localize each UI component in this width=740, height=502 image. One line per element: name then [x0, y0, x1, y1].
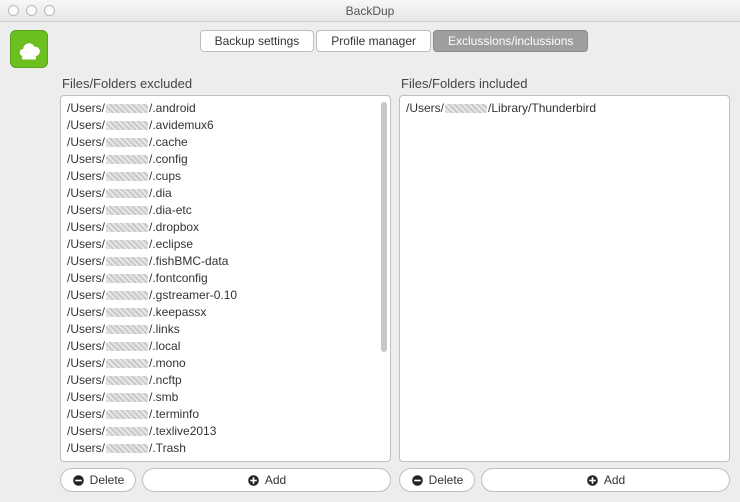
redacted-username [106, 155, 148, 164]
included-panel: Files/Folders included /Users//Library/T… [399, 74, 730, 492]
list-item[interactable]: /Users//.Trash [67, 440, 384, 457]
included-heading: Files/Folders included [401, 76, 730, 91]
list-item[interactable]: /Users//.cups [67, 168, 384, 185]
list-item[interactable]: /Users//.smb [67, 389, 384, 406]
excluded-add-button[interactable]: Add [142, 468, 391, 492]
redacted-username [106, 189, 148, 198]
list-item[interactable]: /Users//.fontconfig [67, 270, 384, 287]
included-add-button[interactable]: Add [481, 468, 730, 492]
plus-circle-icon [247, 474, 260, 487]
list-item[interactable]: /Users//.keepassx [67, 304, 384, 321]
list-item[interactable]: /Users//.gstreamer-0.10 [67, 287, 384, 304]
redacted-username [106, 240, 148, 249]
redacted-username [106, 342, 148, 351]
list-item[interactable]: /Users//.cache [67, 134, 384, 151]
list-item[interactable]: /Users//.fishBMC-data [67, 253, 384, 270]
redacted-username [106, 223, 148, 232]
delete-label: Delete [429, 473, 464, 487]
included-listbox[interactable]: /Users//Library/Thunderbird [399, 95, 730, 462]
list-item[interactable]: /Users//.config [67, 151, 384, 168]
cloud-server-icon [15, 35, 43, 63]
redacted-username [106, 121, 148, 130]
redacted-username [106, 172, 148, 181]
list-item[interactable]: /Users//.mono [67, 355, 384, 372]
list-item[interactable]: /Users//.eclipse [67, 236, 384, 253]
excluded-heading: Files/Folders excluded [62, 76, 391, 91]
list-item[interactable]: /Users//.terminfo [67, 406, 384, 423]
list-item[interactable]: /Users//.dia-etc [67, 202, 384, 219]
list-item[interactable]: /Users//Library/Thunderbird [406, 100, 723, 117]
list-item[interactable]: /Users//.dropbox [67, 219, 384, 236]
redacted-username [106, 206, 148, 215]
scrollbar[interactable] [381, 102, 387, 352]
content: Files/Folders excluded /Users//.android/… [0, 74, 740, 502]
redacted-username [106, 308, 148, 317]
redacted-username [106, 104, 148, 113]
redacted-username [106, 393, 148, 402]
redacted-username [106, 359, 148, 368]
redacted-username [106, 291, 148, 300]
window-title: BackDup [0, 4, 740, 18]
redacted-username [106, 444, 148, 453]
minus-circle-icon [72, 474, 85, 487]
list-item[interactable]: /Users//.avidemux6 [67, 117, 384, 134]
redacted-username [445, 104, 487, 113]
titlebar: BackDup [0, 0, 740, 22]
toolbar: Backup settingsProfile managerExclussion… [0, 22, 740, 74]
list-item[interactable]: /Users//.local [67, 338, 384, 355]
add-label: Add [604, 473, 625, 487]
redacted-username [106, 427, 148, 436]
list-item[interactable]: /Users//.ncftp [67, 372, 384, 389]
delete-label: Delete [90, 473, 125, 487]
tab-1[interactable]: Profile manager [316, 30, 431, 52]
excluded-delete-button[interactable]: Delete [60, 468, 136, 492]
redacted-username [106, 325, 148, 334]
excluded-listbox[interactable]: /Users//.android/Users//.avidemux6/Users… [60, 95, 391, 462]
add-label: Add [265, 473, 286, 487]
redacted-username [106, 257, 148, 266]
excluded-panel: Files/Folders excluded /Users//.android/… [60, 74, 391, 492]
included-delete-button[interactable]: Delete [399, 468, 475, 492]
redacted-username [106, 274, 148, 283]
redacted-username [106, 376, 148, 385]
tabbar: Backup settingsProfile managerExclussion… [58, 30, 730, 52]
minus-circle-icon [411, 474, 424, 487]
included-buttons: Delete Add [399, 468, 730, 492]
excluded-buttons: Delete Add [60, 468, 391, 492]
redacted-username [106, 410, 148, 419]
plus-circle-icon [586, 474, 599, 487]
redacted-username [106, 138, 148, 147]
list-item[interactable]: /Users//.texlive2013 [67, 423, 384, 440]
list-item[interactable]: /Users//.links [67, 321, 384, 338]
tab-0[interactable]: Backup settings [200, 30, 315, 52]
list-item[interactable]: /Users//.android [67, 100, 384, 117]
app-icon [10, 30, 48, 68]
tab-2[interactable]: Exclussions/inclussions [433, 30, 588, 52]
list-item[interactable]: /Users//.dia [67, 185, 384, 202]
